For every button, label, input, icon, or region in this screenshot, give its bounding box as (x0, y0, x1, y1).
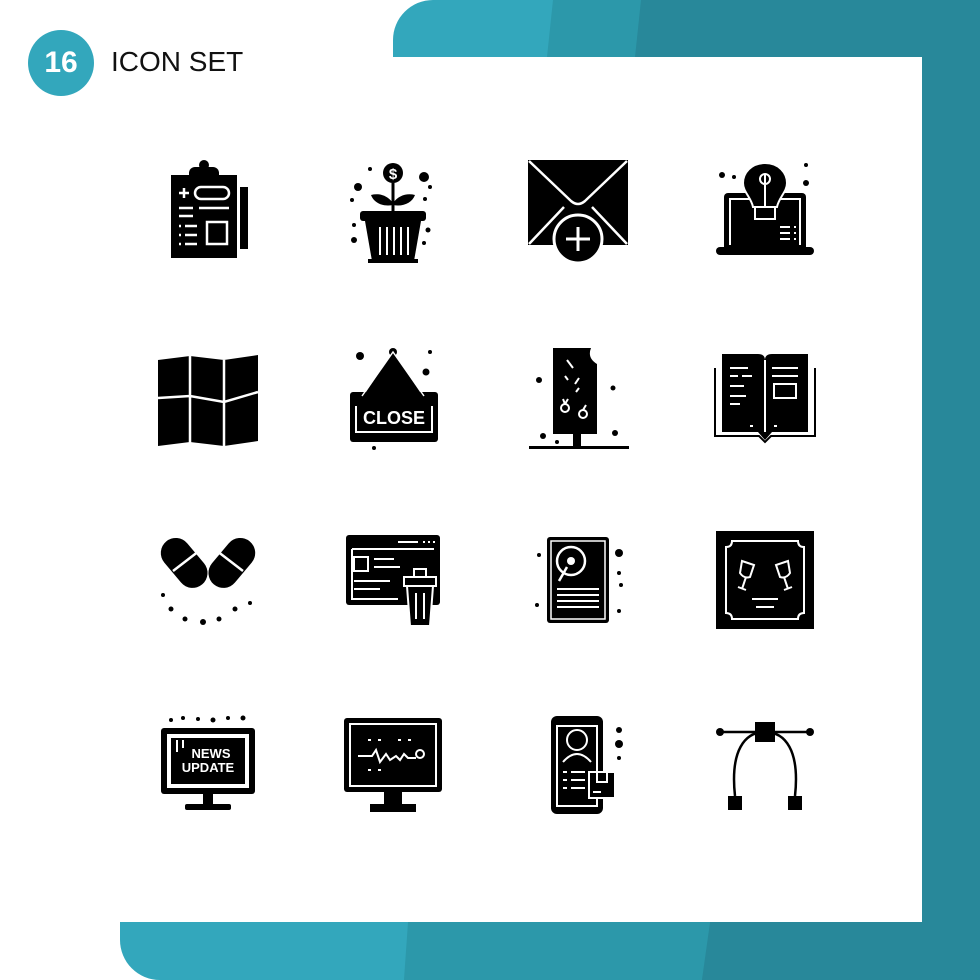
monitor-graph-icon (338, 710, 448, 820)
count-badge: 16 (28, 30, 94, 96)
top-decor-band (393, 0, 980, 57)
svg-text:CLOSE: CLOSE (363, 408, 425, 428)
svg-text:UPDATE: UPDATE (182, 760, 235, 775)
folded-map-icon (153, 340, 263, 450)
right-decor-band (922, 0, 980, 980)
bezier-curve-pen-icon (710, 710, 820, 820)
add-mail-envelope-icon (523, 155, 633, 265)
web-page-delete-trash-icon (338, 525, 448, 635)
money-plant-pot-icon: $ (338, 155, 448, 265)
svg-text:NEWS: NEWS (192, 746, 231, 761)
hard-disk-drive-icon (523, 525, 633, 635)
laptop-lightbulb-idea-icon (710, 155, 820, 265)
open-book-icon (710, 340, 820, 450)
page-title: ICON SET (111, 46, 244, 77)
mobile-profile-package-icon (523, 710, 633, 820)
medical-report-clipboard-icon (153, 155, 263, 265)
wine-glasses-frame-icon (710, 525, 820, 635)
svg-text:$: $ (389, 166, 398, 183)
bottom-decor-band (120, 922, 980, 980)
ice-cream-bar-icon (523, 340, 633, 450)
news-update-monitor-icon: NEWS UPDATE (153, 710, 263, 820)
close-sign-icon: CLOSE (338, 340, 448, 450)
pills-capsules-icon (153, 525, 263, 635)
